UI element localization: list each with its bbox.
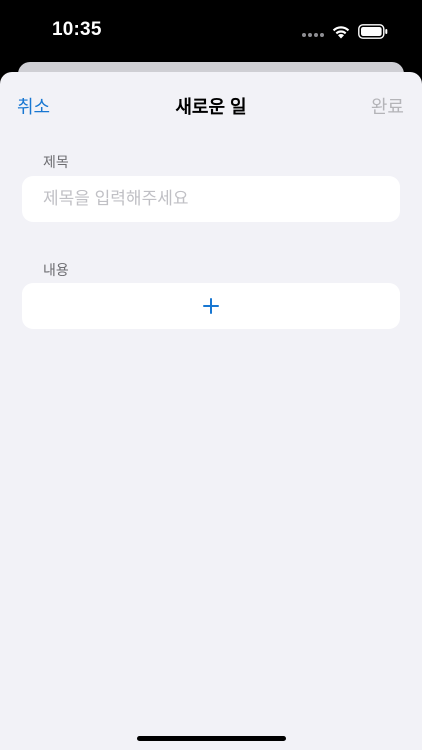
wifi-icon bbox=[332, 26, 350, 39]
plus-icon bbox=[203, 298, 219, 314]
add-content-button[interactable] bbox=[22, 283, 400, 329]
battery-icon bbox=[358, 24, 388, 39]
home-indicator bbox=[137, 736, 286, 741]
done-button[interactable]: 완료 bbox=[371, 93, 404, 119]
title-field-card bbox=[22, 176, 400, 222]
new-task-sheet: 취소 새로운 일 완료 제목 내용 bbox=[0, 72, 422, 750]
navigation-bar: 취소 새로운 일 완료 bbox=[0, 72, 422, 134]
status-bar: 10:35 bbox=[0, 0, 422, 62]
content-section-label: 내용 bbox=[43, 262, 69, 278]
page-title: 새로운 일 bbox=[175, 97, 247, 117]
status-time: 10:35 bbox=[52, 19, 102, 40]
title-input[interactable] bbox=[43, 176, 383, 222]
title-section-label: 제목 bbox=[43, 154, 69, 170]
screen: 10:35 취소 새로운 일 완료 제목 내용 bbox=[0, 0, 422, 750]
signal-dots-icon bbox=[302, 33, 324, 37]
